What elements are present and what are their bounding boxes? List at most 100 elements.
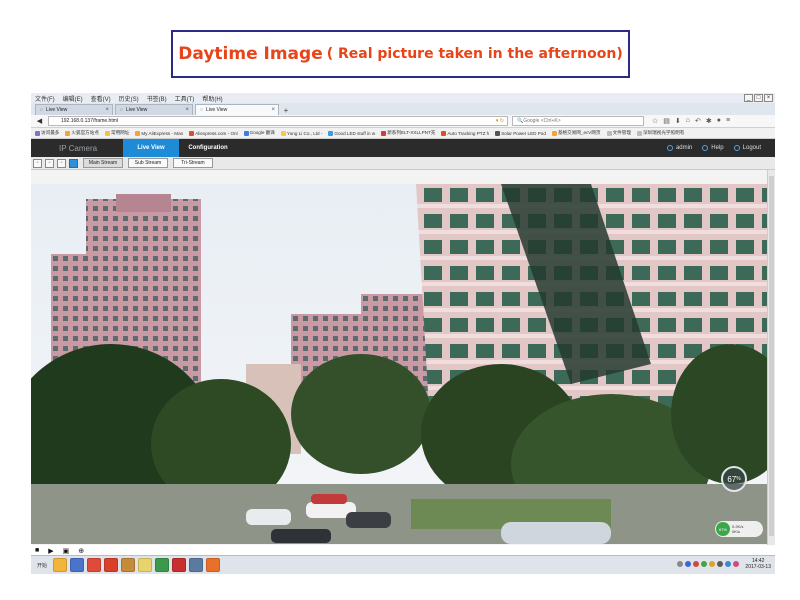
- main-stream-button[interactable]: Main Stream: [83, 158, 123, 168]
- tray-icon[interactable]: [725, 561, 732, 567]
- download-speed: 0K/s: [732, 529, 741, 534]
- bookmark-item[interactable]: Aliexpress.com - Onl: [189, 130, 238, 136]
- back-arrow-icon[interactable]: ◀: [35, 117, 44, 126]
- menu-bookmarks[interactable]: 书签(B): [147, 94, 167, 103]
- chrome-icon[interactable]: [87, 558, 101, 572]
- layout-1x1-icon[interactable]: ▫: [33, 158, 42, 168]
- network-speed-widget: 67% 0.2K/s 0K/s: [715, 521, 763, 537]
- excel-icon[interactable]: [155, 558, 169, 572]
- bookmark-item[interactable]: 深圳瑞视光学照明有: [636, 130, 684, 136]
- clock-date: 2017-03-13: [745, 564, 771, 570]
- bookmark-item[interactable]: Auto Tracking PTZ h: [441, 130, 489, 136]
- vertical-scrollbar[interactable]: [767, 170, 775, 545]
- page-icon: ◌: [40, 107, 43, 113]
- hamburger-menu-icon[interactable]: ≡: [726, 117, 730, 125]
- menu-file[interactable]: 文件(F): [35, 94, 55, 103]
- folder-icon[interactable]: [138, 558, 152, 572]
- new-tab-button[interactable]: +: [281, 106, 291, 115]
- scrollbar-thumb[interactable]: [769, 176, 774, 536]
- menu-help[interactable]: 帮助(H): [202, 94, 222, 103]
- zoom-icon[interactable]: ⊕: [78, 547, 84, 555]
- menu-tools[interactable]: 工具(T): [175, 94, 195, 103]
- menu-view[interactable]: 查看(V): [91, 94, 111, 103]
- menu-history[interactable]: 历史(S): [119, 94, 139, 103]
- menu-bar: 文件(F) 编辑(E) 查看(V) 历史(S) 书签(B) 工具(T) 帮助(H…: [31, 93, 775, 103]
- tray-icon[interactable]: [709, 561, 716, 567]
- snapshot-icon[interactable]: ▣: [63, 547, 70, 555]
- record-icon[interactable]: ▶: [48, 547, 53, 555]
- tray-icon[interactable]: [733, 561, 740, 567]
- system-clock[interactable]: 14:42 2017-03-13: [745, 558, 771, 570]
- close-icon[interactable]: ×: [185, 107, 189, 113]
- tray-icon[interactable]: [701, 561, 708, 567]
- tray-icon[interactable]: [693, 561, 700, 567]
- nav-configuration[interactable]: Configuration: [179, 139, 237, 157]
- search-input[interactable]: 🔍 Google <Ctrl+K>: [512, 116, 644, 126]
- caption-subtitle: ( Real picture taken in the afternoon): [326, 46, 623, 62]
- archive-icon[interactable]: [121, 558, 135, 572]
- bookmark-item[interactable]: Google 翻译: [243, 130, 275, 136]
- bookmark-item[interactable]: Good LED stuff in w: [328, 130, 375, 136]
- close-window-button[interactable]: ×: [764, 94, 773, 102]
- home-icon[interactable]: ⌂: [686, 117, 690, 125]
- reader-icon[interactable]: ▤: [663, 117, 670, 125]
- cpu-gauge: 67%: [721, 466, 747, 492]
- tray-icon[interactable]: [677, 561, 684, 567]
- tab-live-view-3[interactable]: ◌ Live View ×: [195, 104, 279, 115]
- reload-icon[interactable]: ▾ ↻: [496, 118, 504, 124]
- download-icon[interactable]: ⬇: [675, 117, 681, 125]
- search-app-icon[interactable]: [189, 558, 203, 572]
- stop-icon[interactable]: ■: [35, 547, 39, 554]
- bookmark-item[interactable]: Solar Power LED Pod: [495, 130, 546, 136]
- sub-stream-button[interactable]: Sub Stream: [128, 158, 168, 168]
- undo-icon[interactable]: ↶: [695, 117, 701, 125]
- layout-3x3-icon[interactable]: ▫: [57, 158, 66, 168]
- bookmark-item[interactable]: 文件管理: [606, 130, 631, 136]
- bookmarks-bar: 访问最多 火狐官方站点 常用网址 My AliExpress - Man Ali…: [31, 128, 775, 139]
- tray-icon[interactable]: [685, 561, 692, 567]
- live-video-feed[interactable]: 67% 67% 0.2K/s 0K/s: [31, 184, 767, 544]
- help-link[interactable]: Help: [702, 145, 724, 151]
- maximize-button[interactable]: □: [754, 94, 763, 102]
- bookmark-item[interactable]: Yung Li Co., Ltd -: [280, 130, 322, 136]
- close-icon[interactable]: ×: [271, 107, 275, 113]
- sync-icon[interactable]: ●: [717, 117, 721, 125]
- user-menu[interactable]: admin: [666, 145, 692, 151]
- bookmark-item[interactable]: 常用网址: [104, 130, 129, 136]
- camera-app-header: IP Camera Live View Configuration admin …: [31, 139, 775, 157]
- start-button[interactable]: 开始: [31, 562, 53, 569]
- logout-label: Logout: [742, 145, 761, 151]
- help-label: Help: [711, 145, 724, 151]
- layout-4x4-icon[interactable]: [69, 158, 78, 168]
- address-bar[interactable]: 192.168.0.137/frame.html ▾ ↻: [48, 116, 508, 126]
- pdf-icon[interactable]: [172, 558, 186, 572]
- browser-app-icon[interactable]: [206, 558, 220, 572]
- bookmark-item[interactable]: 基格交易网_ecV网页: [551, 130, 601, 136]
- camera-scene: [31, 184, 767, 544]
- nav-live-view[interactable]: Live View: [123, 139, 179, 157]
- gauge-value: 67: [727, 474, 737, 484]
- user-controls: admin Help Logout: [666, 139, 761, 157]
- firefox-icon[interactable]: [53, 558, 67, 572]
- bookmark-item[interactable]: 新系列ELT-XXLLPNT充: [381, 130, 435, 136]
- tab-live-view-1[interactable]: ◌ Live View ×: [35, 104, 113, 115]
- menu-edit[interactable]: 编辑(E): [63, 94, 83, 103]
- app-g-icon[interactable]: [104, 558, 118, 572]
- layout-2x2-icon[interactable]: ▫: [45, 158, 54, 168]
- tray-icon[interactable]: [717, 561, 724, 567]
- caption-title: Daytime Image: [178, 44, 323, 64]
- bookmark-item[interactable]: 火狐官方站点: [65, 130, 99, 136]
- extension-icon[interactable]: ✱: [706, 117, 712, 125]
- bookmark-item[interactable]: 访问最多: [35, 130, 59, 136]
- star-icon[interactable]: ☆: [652, 117, 658, 125]
- url-text: 192.168.0.137/frame.html: [61, 118, 118, 124]
- tri-stream-button[interactable]: Tri-Stream: [173, 158, 213, 168]
- logout-link[interactable]: Logout: [733, 145, 761, 151]
- tab-live-view-2[interactable]: ◌ Live View ×: [115, 104, 193, 115]
- minimize-button[interactable]: _: [744, 94, 753, 102]
- image-caption: Daytime Image ( Real picture taken in th…: [171, 30, 630, 78]
- word-icon[interactable]: [70, 558, 84, 572]
- close-icon[interactable]: ×: [105, 107, 109, 113]
- app-title: IP Camera: [59, 143, 98, 153]
- bookmark-item[interactable]: My AliExpress - Man: [135, 130, 183, 136]
